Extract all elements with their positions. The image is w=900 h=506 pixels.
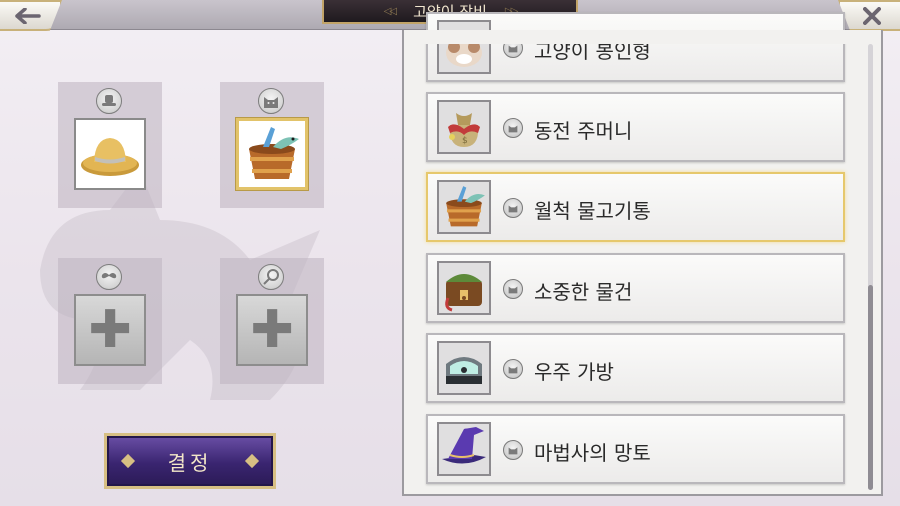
list-item-selected[interactable]: 월척 물고기통 bbox=[426, 172, 845, 242]
equipped-item-box[interactable] bbox=[74, 118, 146, 190]
item-thumbnail: $ bbox=[437, 100, 491, 154]
list-item[interactable]: 우주 가방 bbox=[426, 333, 845, 403]
item-label: 동전 주머니 bbox=[534, 119, 633, 143]
straw-hat-icon bbox=[81, 138, 139, 176]
item-label: 소중한 물건 bbox=[534, 280, 633, 304]
cat-face-slot-icon bbox=[503, 440, 523, 460]
back-arrow-icon bbox=[15, 7, 41, 24]
cat-face-slot-icon bbox=[503, 359, 523, 379]
item-thumbnail bbox=[437, 20, 491, 74]
coin-pouch-icon: $ bbox=[448, 113, 480, 147]
item-thumbnail bbox=[437, 180, 491, 234]
button-gem-left bbox=[120, 453, 136, 469]
decide-button-label: 결정 bbox=[167, 450, 213, 475]
item-thumbnail bbox=[437, 261, 491, 315]
item-label: 월척 물고기통 bbox=[534, 199, 651, 223]
empty-slot-box[interactable]: ✚ bbox=[74, 294, 146, 366]
list-item[interactable]: 소중한 물건 bbox=[426, 253, 845, 323]
plus-icon: ✚ bbox=[250, 300, 294, 360]
wizard-hat-icon bbox=[442, 427, 486, 464]
equip-slot-tag[interactable]: ✚ bbox=[220, 258, 324, 384]
empty-slot-box[interactable]: ✚ bbox=[236, 294, 308, 366]
svg-text:$: $ bbox=[462, 136, 468, 146]
list-top-mask bbox=[404, 30, 881, 44]
cat-face-slot-icon bbox=[503, 279, 523, 299]
item-thumbnail bbox=[437, 341, 491, 395]
equipped-item-box-selected[interactable] bbox=[236, 118, 308, 190]
fish-bucket-icon bbox=[446, 186, 485, 227]
cat-face-slot-icon bbox=[258, 88, 284, 114]
scrollbar-thumb[interactable] bbox=[868, 285, 873, 490]
item-label: 마법사의 망토 bbox=[534, 441, 651, 465]
list-item[interactable]: 고양이 봉인형 bbox=[426, 12, 845, 82]
close-x-icon bbox=[863, 6, 881, 25]
decide-button[interactable]: 결정 bbox=[104, 433, 276, 489]
button-gem-right bbox=[244, 453, 260, 469]
cat-tag-slot-icon bbox=[258, 264, 284, 290]
hat-slot-icon bbox=[96, 88, 122, 114]
mustache-slot-icon bbox=[96, 264, 122, 290]
space-bag-icon bbox=[446, 357, 482, 384]
title-ornament-left: ◁◁ bbox=[383, 5, 397, 17]
equip-slot-hat[interactable] bbox=[58, 82, 162, 208]
list-item[interactable]: $ 동전 주머니 bbox=[426, 92, 845, 162]
item-label: 우주 가방 bbox=[534, 360, 614, 384]
plus-icon: ✚ bbox=[88, 300, 132, 360]
cat-face-slot-icon bbox=[503, 198, 523, 218]
treasure-chest-icon bbox=[445, 274, 482, 312]
item-thumbnail bbox=[437, 422, 491, 476]
equip-slot-item[interactable] bbox=[220, 82, 324, 208]
equip-slot-mustache[interactable]: ✚ bbox=[58, 258, 162, 384]
list-item[interactable]: 마법사의 망토 bbox=[426, 414, 845, 484]
fish-bucket-icon bbox=[249, 127, 299, 179]
cat-face-slot-icon bbox=[503, 118, 523, 138]
